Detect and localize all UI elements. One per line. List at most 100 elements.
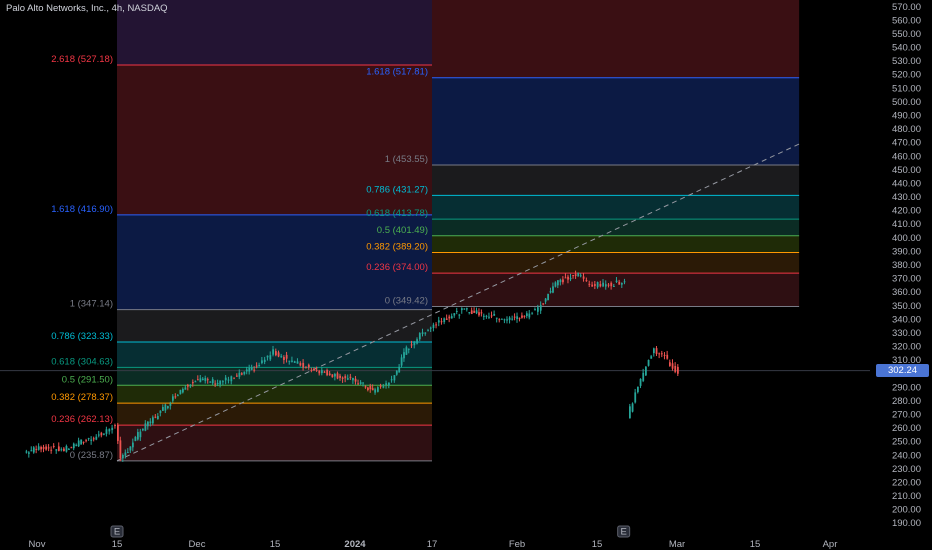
candle [55, 449, 58, 451]
fib-band [432, 273, 800, 307]
candle [277, 352, 280, 357]
fib-band [432, 165, 800, 196]
candle [618, 281, 621, 285]
y-tick-label: 400.00 [892, 233, 921, 244]
candle [97, 434, 100, 436]
fib-band [432, 235, 800, 253]
candle [149, 421, 152, 424]
candle [458, 314, 461, 316]
y-tick-label: 390.00 [892, 246, 921, 257]
candle [331, 374, 334, 378]
candle [243, 371, 246, 375]
candle [359, 382, 362, 384]
earnings-marker-label: E [114, 527, 120, 538]
candle [305, 366, 307, 368]
y-tick-label: 200.00 [892, 505, 921, 516]
candle [137, 432, 139, 440]
candle [310, 369, 313, 371]
candle [554, 282, 557, 287]
candle [498, 319, 501, 321]
fib-level-label: 1 (347.14) [70, 299, 113, 310]
y-tick-label: 290.00 [892, 382, 921, 393]
candle [631, 403, 634, 412]
candle [362, 382, 365, 384]
candle [142, 428, 144, 431]
candle [671, 363, 674, 369]
candle [460, 308, 463, 311]
candle [521, 315, 523, 318]
candle [269, 355, 272, 360]
candle [199, 378, 202, 383]
candle [201, 378, 204, 381]
candle [607, 284, 610, 286]
candle [352, 377, 354, 381]
fib-band [117, 342, 432, 368]
candle [443, 318, 446, 323]
candle [574, 274, 577, 276]
candle [364, 386, 367, 388]
fib-band [117, 403, 432, 426]
candle [523, 315, 526, 317]
candle [253, 369, 256, 371]
candle [591, 284, 594, 287]
candle [328, 373, 331, 376]
candle [288, 360, 291, 362]
candle [85, 440, 88, 442]
candle [569, 277, 572, 280]
candle [407, 348, 410, 350]
candle [531, 313, 534, 315]
fib-level-label: 0.786 (323.33) [51, 331, 113, 342]
candle [68, 448, 70, 450]
candle [206, 379, 209, 381]
candle [416, 339, 418, 344]
candle [147, 421, 149, 427]
candle [429, 327, 432, 329]
candle [63, 448, 65, 452]
chart-canvas[interactable]: 2.618 (527.18) 1.618 (416.90) 1 (347.14) 0.… [0, 0, 932, 550]
candle [557, 280, 559, 286]
fib-level-label: 0.618 (304.63) [51, 356, 113, 367]
y-tick-label: 320.00 [892, 342, 921, 353]
candle [564, 277, 567, 279]
candle [508, 317, 511, 320]
candle [255, 365, 258, 367]
candle [344, 376, 347, 379]
fib-band [432, 195, 800, 220]
candle [349, 376, 352, 378]
candle [421, 332, 424, 334]
candle [470, 310, 473, 314]
candle [393, 375, 396, 381]
candle [42, 447, 45, 449]
y-tick-label: 190.00 [892, 518, 921, 529]
candle [413, 342, 416, 346]
candle [117, 425, 119, 441]
candle [172, 396, 174, 401]
candle [108, 429, 111, 432]
y-tick-label: 500.00 [892, 97, 921, 108]
fib-level-label: 1.618 (517.81) [366, 67, 428, 78]
candle [453, 313, 456, 316]
candle [585, 280, 588, 282]
candle [669, 362, 671, 366]
y-tick-label: 370.00 [892, 274, 921, 285]
y-tick-label: 470.00 [892, 138, 921, 149]
candle [463, 308, 466, 310]
candle [105, 429, 108, 434]
candle [60, 449, 63, 451]
fib-band [432, 219, 800, 236]
fib-band-top [432, 0, 800, 78]
candle [266, 355, 269, 358]
candle [92, 438, 95, 440]
x-tick-label: 15 [592, 539, 603, 550]
candle [162, 407, 164, 411]
candle [377, 387, 379, 392]
candle [152, 417, 154, 424]
candle [52, 445, 55, 447]
candle [299, 363, 302, 366]
candle [293, 361, 296, 363]
candle [250, 367, 253, 370]
candle [248, 367, 251, 372]
y-tick-label: 430.00 [892, 192, 921, 203]
candle [513, 316, 516, 318]
candle [405, 347, 408, 355]
